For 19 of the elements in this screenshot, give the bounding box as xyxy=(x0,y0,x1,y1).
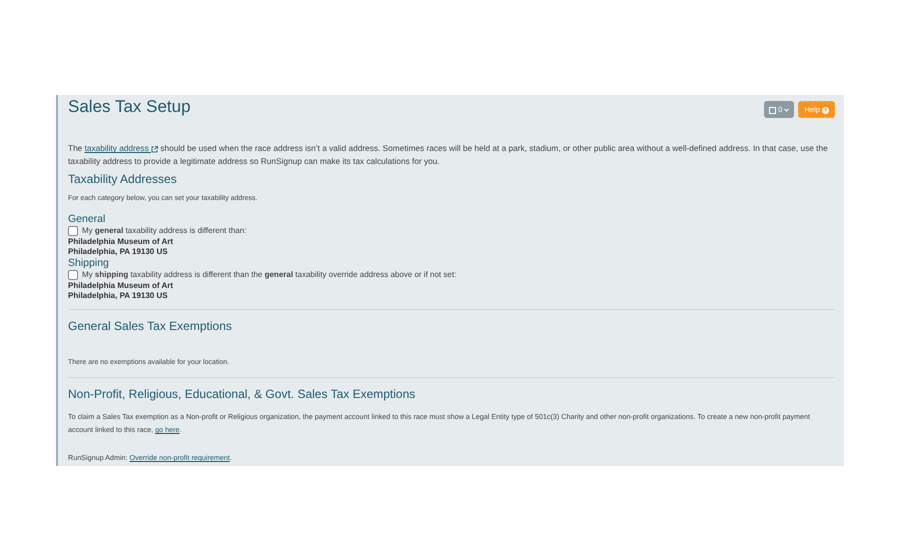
category-heading: Shipping xyxy=(68,256,110,270)
section-heading: General Sales Tax Exemptions xyxy=(68,319,233,334)
intro-text: The taxability address should be used when the race address isn’t a valid address. Sometimes races will be held at a park, stadium, or other public area without a well-defined address. In that case, use the taxability address to provide a legitimate address so RunSignup can make its tax calculations for you. xyxy=(68,142,829,168)
checkbox[interactable] xyxy=(68,270,78,280)
section-heading: Non-Profit, Religious, Educational, & Govt. Sales Tax Exemptions xyxy=(68,387,416,402)
help-icon xyxy=(822,106,829,114)
caret-icon xyxy=(784,108,790,112)
page-title: Sales Tax Setup xyxy=(68,97,191,118)
address-line: Philadelphia Museum of Art xyxy=(68,281,174,291)
checkbox-label: My shipping taxability address is different than the general taxability override address above or if not set: xyxy=(82,269,456,282)
address-line: Philadelphia Museum of Art xyxy=(68,237,174,248)
checkbox[interactable] xyxy=(68,226,78,236)
external-link-icon xyxy=(151,146,158,153)
category-heading: General xyxy=(68,212,106,226)
address-line: Philadelphia, PA 19130 US xyxy=(68,247,169,257)
section-heading: Taxability Addresses xyxy=(68,172,178,186)
checkbox-label: My general taxability address is different than: xyxy=(82,225,246,238)
taxability-address-link[interactable]: taxability address xyxy=(84,143,158,154)
address-line: Philadelphia, PA 19130 US xyxy=(68,290,169,300)
